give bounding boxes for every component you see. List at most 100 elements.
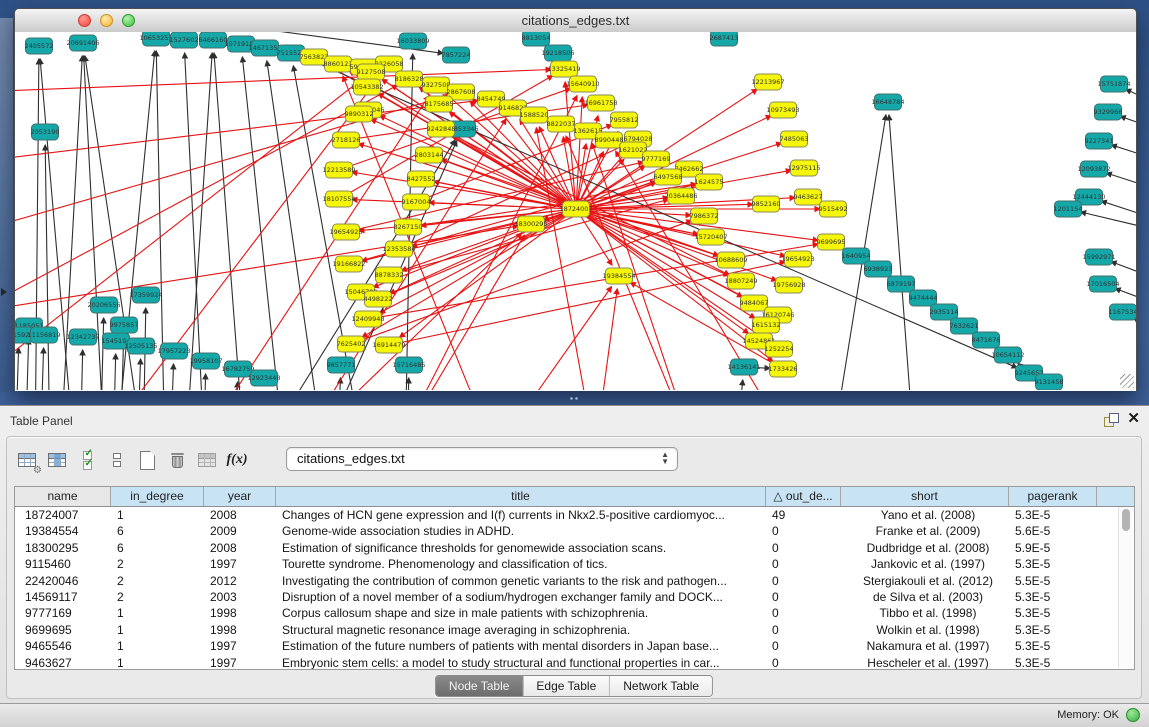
column-header-title[interactable]: title — [276, 487, 766, 506]
citation-edge-black[interactable] — [1134, 319, 1136, 337]
graph-node[interactable]: 16961758 — [584, 95, 617, 111]
graph-node[interactable]: 7625402 — [337, 336, 366, 352]
graph-node[interactable]: 7986372 — [690, 208, 719, 224]
graph-node[interactable]: 6497568 — [654, 169, 683, 185]
citation-edge-black[interactable] — [40, 348, 44, 390]
graph-node[interactable]: 17359924 — [129, 287, 162, 303]
graph-node[interactable]: 15720407 — [694, 229, 727, 245]
graph-node[interactable]: 12409948 — [351, 311, 384, 327]
citation-edge-black[interactable] — [1111, 145, 1136, 162]
citation-edge-red[interactable] — [15, 96, 449, 232]
graph-node[interactable]: 18300295 — [514, 216, 547, 232]
citation-edge-black[interactable] — [185, 53, 205, 390]
graph-node[interactable]: 16033809 — [396, 33, 429, 49]
graph-node[interactable]: 1201154 — [1054, 201, 1083, 217]
graph-node[interactable]: 9890312 — [345, 106, 374, 122]
panel-resize-handle[interactable] — [569, 396, 579, 401]
float-panel-icon[interactable] — [1104, 413, 1117, 426]
citation-edge-black[interactable] — [889, 115, 915, 390]
graph-node[interactable]: 2053190 — [31, 124, 60, 140]
graph-node[interactable]: 12975115 — [787, 160, 820, 176]
citation-edge-black[interactable] — [1126, 89, 1136, 107]
graph-node[interactable]: 15992971 — [1082, 249, 1115, 265]
graph-node[interactable]: 19958107 — [189, 353, 222, 369]
table-row[interactable]: 946554611997Estimation of the future num… — [15, 638, 1134, 654]
graph-node[interactable]: 7857224 — [442, 47, 471, 63]
citation-edge-black[interactable] — [1106, 173, 1136, 192]
graph-node[interactable]: 9975857 — [110, 317, 139, 333]
graph-node[interactable]: 10654112 — [991, 347, 1024, 363]
graph-node[interactable]: 8822037 — [547, 116, 576, 132]
graph-node[interactable]: 7632621 — [950, 318, 979, 334]
graph-node[interactable]: 8860123 — [324, 56, 353, 72]
window-resize-grip[interactable] — [1120, 374, 1134, 388]
graph-node[interactable]: 8186328 — [395, 71, 424, 87]
graph-node[interactable]: 9515492 — [819, 201, 848, 217]
graph-node[interactable]: 19654923 — [781, 251, 814, 267]
graph-node[interactable]: 19756928 — [772, 277, 805, 293]
graph-node[interactable]: 6466160 — [199, 32, 228, 48]
function-builder-icon[interactable]: f(x) — [225, 448, 249, 472]
graph-node[interactable]: 15751874 — [1097, 76, 1130, 92]
graph-node[interactable]: 9131458 — [1035, 374, 1064, 390]
table-row[interactable]: 1830029562008Estimation of significance … — [15, 540, 1134, 556]
graph-node[interactable]: 8813054 — [522, 32, 551, 46]
table-row[interactable]: 2242004622012Investigating the contribut… — [15, 573, 1134, 589]
graph-node[interactable]: 12342737 — [66, 329, 99, 345]
table-row[interactable]: 977716911998Corpus callosum shape and si… — [15, 605, 1134, 621]
graph-node[interactable]: 2718126 — [332, 132, 361, 148]
graph-node[interactable]: 12213589 — [322, 162, 355, 178]
table-row[interactable]: 1872400712008Changes of HCN gene express… — [15, 507, 1134, 523]
close-panel-icon[interactable]: ✕ — [1127, 410, 1140, 428]
graph-node[interactable]: 12505135 — [124, 338, 157, 354]
citation-edge-red[interactable] — [400, 209, 576, 337]
graph-node[interactable]: 14136141 — [727, 359, 760, 375]
column-header-short[interactable]: short — [841, 487, 1009, 506]
graph-node[interactable]: 7485063 — [780, 131, 809, 147]
graph-node[interactable]: 16914479 — [372, 337, 405, 353]
rows-icon[interactable] — [105, 448, 129, 472]
graph-node[interactable]: 6879197 — [887, 276, 916, 292]
graph-node[interactable]: 2405572 — [25, 38, 54, 54]
graph-node[interactable]: 9227341 — [1085, 133, 1114, 149]
citation-edge-black[interactable] — [15, 348, 19, 390]
graph-node[interactable]: 12353584 — [382, 241, 415, 257]
close-button[interactable] — [78, 14, 91, 27]
citation-edge-black[interactable] — [80, 350, 83, 390]
memory-status-indicator[interactable] — [1126, 708, 1140, 722]
graph-node[interactable]: 1624575 — [695, 174, 724, 190]
graph-node[interactable]: 20691406 — [66, 35, 99, 51]
graph-node[interactable]: 11156819 — [27, 327, 60, 343]
graph-node[interactable]: 8471676 — [972, 332, 1001, 348]
graph-node[interactable]: 9329966 — [1094, 104, 1123, 120]
graph-node[interactable]: 10973493 — [766, 102, 799, 118]
graph-node[interactable]: 9167004 — [402, 194, 431, 210]
graph-node[interactable]: 8878332 — [375, 267, 404, 283]
citation-edge-black[interactable] — [170, 364, 174, 390]
graph-node[interactable]: 9484067 — [740, 295, 769, 311]
citation-edge-black[interactable] — [45, 145, 50, 390]
graph-node[interactable]: 7955812 — [610, 112, 639, 128]
graph-node[interactable]: 8175685 — [425, 96, 454, 112]
graph-node-hub[interactable]: 18724007 — [559, 201, 592, 217]
table-row[interactable]: 1456911722003Disruption of a novel membe… — [15, 589, 1134, 605]
column-visibility-icon[interactable] — [45, 448, 69, 472]
row-selection-icon[interactable]: ✓✓ — [75, 448, 99, 472]
citation-edge-black[interactable] — [267, 61, 325, 390]
graph-node[interactable]: 1588520 — [520, 107, 549, 123]
graph-node[interactable]: 18107554 — [322, 191, 355, 207]
graph-node[interactable]: 8427552 — [407, 171, 436, 187]
table-row[interactable]: 911546021997Tourette syndrome. Phenomeno… — [15, 556, 1134, 572]
graph-node[interactable]: 1615132 — [752, 317, 781, 333]
delete-table-icon[interactable] — [165, 448, 189, 472]
citation-edge-black[interactable] — [203, 374, 206, 390]
citation-edge-black[interactable] — [25, 339, 29, 390]
graph-node[interactable]: 12213967 — [751, 74, 784, 90]
column-header-pagerank[interactable]: pagerank — [1009, 487, 1097, 506]
graph-node[interactable]: 17016504 — [1086, 276, 1119, 292]
graph-node[interactable]: 12923448 — [247, 370, 280, 386]
graph-node[interactable]: 19654925 — [329, 224, 362, 240]
network-graph[interactable]: 2405572206914061065325715276026466160107… — [15, 32, 1136, 390]
citation-edge-black[interactable] — [1081, 212, 1136, 232]
graph-node[interactable]: 9699695 — [817, 234, 846, 250]
